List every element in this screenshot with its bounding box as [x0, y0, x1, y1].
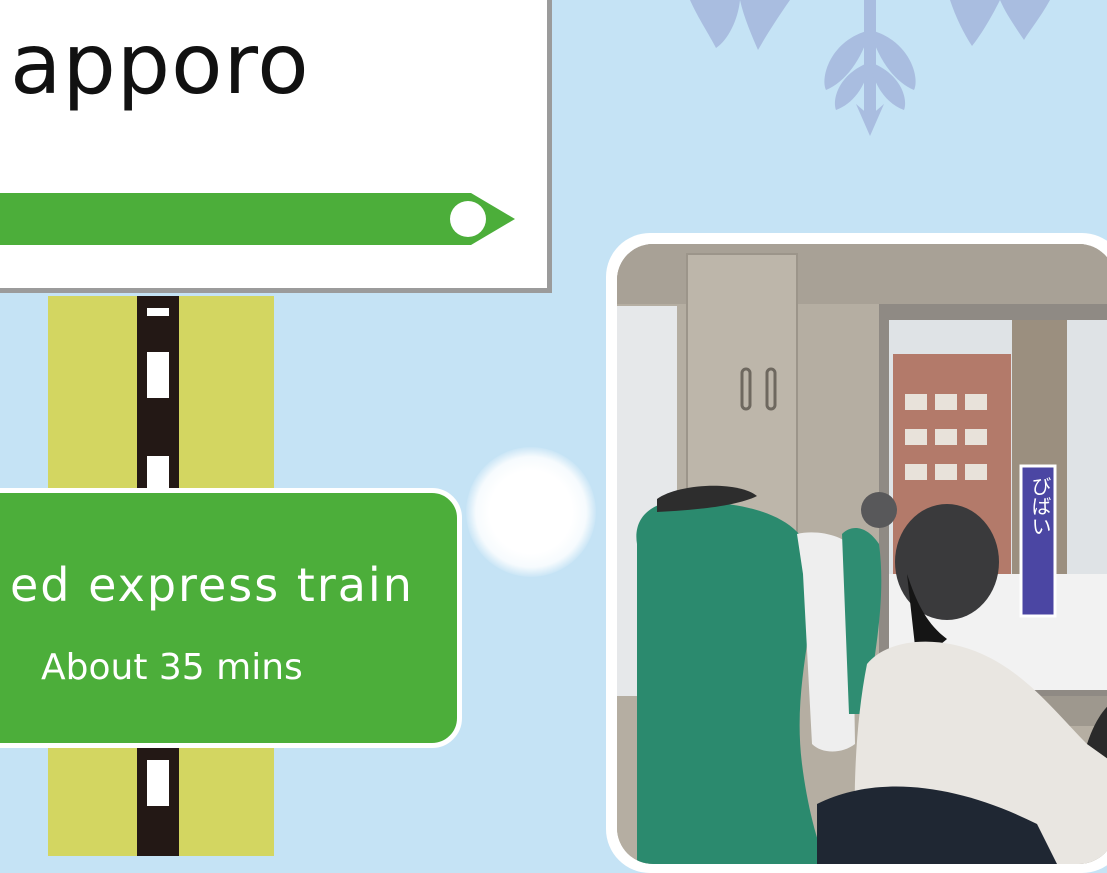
- route-info-sign: ed express train About 35 mins: [0, 488, 462, 748]
- track-segment: [147, 308, 169, 316]
- train-interior-photo: びばい: [617, 244, 1107, 864]
- route-arrow-icon: [0, 193, 515, 245]
- snowflake-icon: [690, 0, 1050, 136]
- track-segment: [147, 352, 169, 398]
- train-interior-illustration: [617, 244, 1107, 864]
- photo-frame: びばい: [606, 233, 1107, 873]
- station-dot-icon: [450, 201, 486, 237]
- travel-time-label: About 35 mins: [41, 647, 303, 688]
- station-sign: apporo: [0, 0, 552, 293]
- snowball-decoration: [466, 447, 596, 577]
- station-name: apporo: [10, 15, 310, 113]
- station-board-text: びばい: [1028, 476, 1052, 536]
- track-segment: [147, 760, 169, 806]
- train-type-label: ed express train: [10, 558, 414, 612]
